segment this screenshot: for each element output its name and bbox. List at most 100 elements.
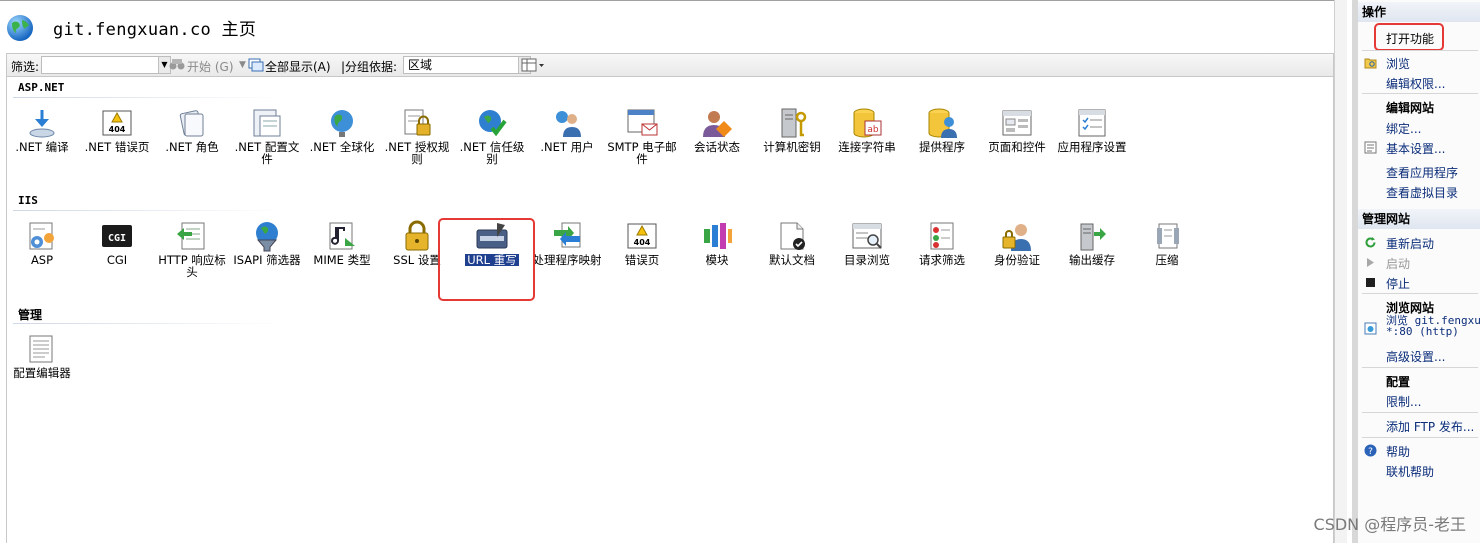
feature-error-page-404[interactable]: 404 .NET 错误页	[81, 107, 153, 153]
ssl-lock-icon	[400, 220, 434, 252]
section-title-aspnet: ASP.NET	[18, 81, 65, 94]
stop-link[interactable]: 停止	[1386, 275, 1410, 292]
feature-request-filtering[interactable]: 请求筛选	[906, 220, 978, 266]
feature-app-settings[interactable]: 应用程序设置	[1056, 107, 1128, 153]
feature-label: .NET 错误页	[84, 140, 150, 154]
show-all-button[interactable]: 全部显示(A)	[265, 58, 331, 75]
splitter[interactable]	[1334, 0, 1347, 543]
feature-label: 连接字符串	[838, 140, 896, 154]
feature-modules[interactable]: 模块	[681, 220, 753, 266]
feature-label: 处理程序映射	[532, 253, 602, 267]
restart-link[interactable]: 重新启动	[1386, 235, 1434, 252]
group-by-value: 区域	[408, 58, 433, 72]
feature-label: 输出缓存	[1069, 253, 1115, 267]
add-ftp-publishing-link[interactable]: 添加 FTP 发布...	[1386, 418, 1474, 435]
handler-mappings-icon	[550, 220, 584, 252]
start-dropdown-icon[interactable]: ▼	[239, 60, 246, 70]
advanced-settings-link[interactable]: 高级设置...	[1386, 348, 1445, 365]
start-filter-label: 开始	[187, 60, 212, 74]
session-state-icon	[700, 107, 734, 139]
authentication-icon	[1000, 220, 1034, 252]
group-by-select[interactable]: 区域 ▼	[403, 56, 531, 74]
start-filter-button[interactable]: 开始 (G)	[187, 58, 234, 75]
watermark: CSDN @程序员-老王	[1313, 515, 1466, 534]
feature-isapi-filters[interactable]: ISAPI 筛选器	[231, 220, 303, 266]
smtp-email-icon	[625, 107, 659, 139]
view-virtual-dirs-link[interactable]: 查看虚拟目录	[1386, 184, 1458, 201]
svg-text:ab: ab	[867, 125, 879, 135]
filter-input[interactable]: ▼	[41, 56, 171, 74]
feature-cgi[interactable]: CGI CGI	[81, 220, 153, 266]
feature-error-pages[interactable]: 404 错误页	[606, 220, 678, 266]
feature-directory-browsing[interactable]: 目录浏览	[831, 220, 903, 266]
feature-label: 模块	[705, 253, 729, 267]
view-mode-icon[interactable]	[521, 58, 545, 75]
feature-trust-level[interactable]: .NET 信任级别	[456, 107, 528, 165]
feature-label: 请求筛选	[919, 253, 965, 267]
feature-asp[interactable]: ASP	[6, 220, 78, 266]
browse-site-link[interactable]: 浏览 git.fengxuan *:80 (http)	[1386, 315, 1480, 337]
filter-toolbar: 筛选: ▼ 开始 (G) ▼ 全部显示(A) |分组依据: 区域 ▼	[6, 53, 1334, 77]
actions-divider	[1362, 412, 1478, 413]
pages-controls-icon	[1000, 107, 1034, 139]
feature-compile[interactable]: .NET 编译	[6, 107, 78, 153]
explore-folder-icon	[1364, 58, 1377, 69]
feature-mime-types[interactable]: MIME 类型	[306, 220, 378, 266]
feature-providers[interactable]: 提供程序	[906, 107, 978, 153]
feature-label: HTTP 响应标头	[158, 253, 226, 279]
feature-authentication[interactable]: 身份验证	[981, 220, 1053, 266]
cgi-icon: CGI	[100, 220, 134, 252]
feature-authorization[interactable]: .NET 授权规则	[381, 107, 453, 165]
feature-smtp-email[interactable]: SMTP 电子邮件	[606, 107, 678, 165]
explore-link[interactable]: 浏览	[1386, 55, 1410, 72]
feature-label: .NET 授权规则	[384, 140, 450, 166]
error-page-404-icon: 404	[100, 107, 134, 139]
actions-header: 操作	[1358, 2, 1480, 22]
actions-pane: 操作 打开功能 浏览 编辑权限... 编辑网站 绑定... 基本设置... 查看…	[1352, 0, 1480, 543]
app-settings-icon	[1075, 107, 1109, 139]
profile-icon	[250, 107, 284, 139]
globalization-icon	[325, 107, 359, 139]
svg-text:?: ?	[1368, 447, 1373, 457]
filter-label: 筛选:	[11, 60, 40, 74]
feature-users[interactable]: .NET 用户	[531, 107, 603, 153]
feature-roles[interactable]: .NET 角色	[156, 107, 228, 153]
feature-machine-key[interactable]: 计算机密钥	[756, 107, 828, 153]
actions-divider	[1362, 93, 1478, 94]
limits-link[interactable]: 限制...	[1386, 393, 1421, 410]
feature-handler-mappings[interactable]: 处理程序映射	[531, 220, 603, 266]
feature-label: 默认文档	[769, 253, 815, 267]
feature-label: SMTP 电子邮件	[607, 140, 677, 166]
stop-icon	[1366, 278, 1375, 287]
feature-globalization[interactable]: .NET 全球化	[306, 107, 378, 153]
feature-session-state[interactable]: 会话状态	[681, 107, 753, 153]
feature-label: 压缩	[1155, 253, 1179, 267]
restart-icon	[1365, 237, 1376, 248]
feature-compression[interactable]: 压缩	[1131, 220, 1203, 266]
feature-profile[interactable]: .NET 配置文件	[231, 107, 303, 165]
binoculars-icon	[169, 58, 185, 73]
feature-pages-controls[interactable]: 页面和控件	[981, 107, 1053, 153]
feature-connection-strings[interactable]: ab 连接字符串	[831, 107, 903, 153]
feature-output-caching[interactable]: 输出缓存	[1056, 220, 1128, 266]
feature-label: .NET 全球化	[309, 140, 375, 154]
header-bar: git.fengxuan.co 主页	[0, 0, 1344, 53]
help-link[interactable]: 帮助	[1386, 443, 1410, 460]
view-applications-link[interactable]: 查看应用程序	[1386, 164, 1458, 181]
feature-label: 页面和控件	[988, 140, 1046, 154]
basic-settings-link[interactable]: 基本设置...	[1386, 140, 1445, 157]
bindings-link[interactable]: 绑定...	[1386, 120, 1421, 137]
asp-icon	[25, 220, 59, 252]
help-icon: ?	[1364, 444, 1377, 457]
basic-settings-icon	[1364, 141, 1377, 154]
feature-label: 目录浏览	[844, 253, 890, 267]
start-link[interactable]: 启动	[1386, 255, 1410, 272]
online-help-link[interactable]: 联机帮助	[1386, 463, 1434, 480]
edit-permissions-link[interactable]: 编辑权限...	[1386, 75, 1445, 92]
feature-http-headers[interactable]: HTTP 响应标头	[156, 220, 228, 278]
directory-browsing-icon	[850, 220, 884, 252]
svg-text:404: 404	[109, 125, 126, 134]
feature-config-editor[interactable]: 配置编辑器	[6, 333, 78, 379]
feature-default-document[interactable]: 默认文档	[756, 220, 828, 266]
isapi-filters-icon	[250, 220, 284, 252]
